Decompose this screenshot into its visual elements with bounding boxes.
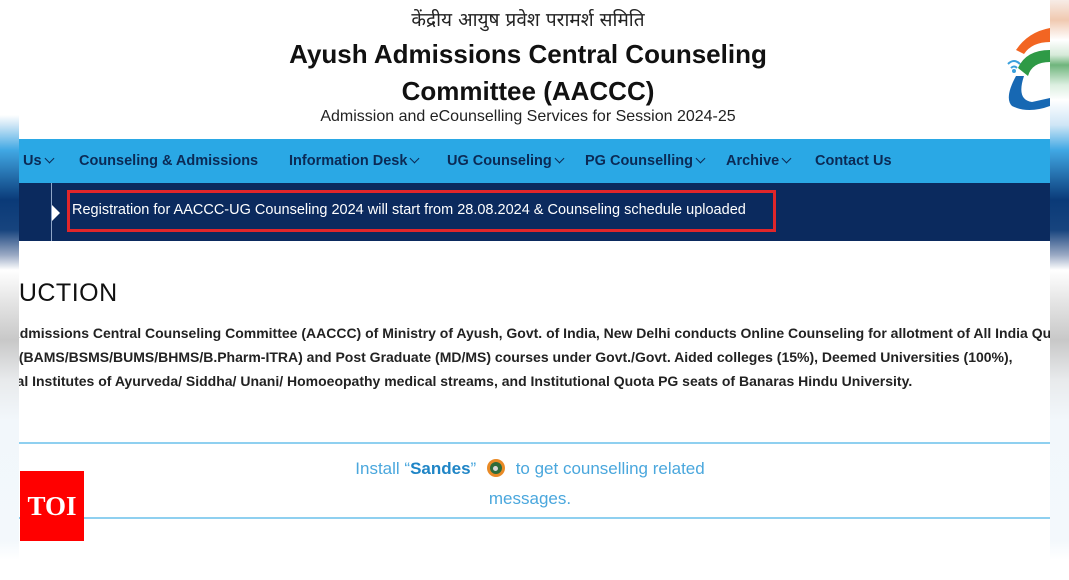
nav-item-label: Information Desk xyxy=(289,153,408,169)
toi-watermark-logo: TOI xyxy=(20,471,84,541)
nav-item-pg-counselling[interactable]: PG Counselling xyxy=(585,139,706,183)
intro-line-text: UG (BAMS/BSMS/BUMS/BHMS/B.Pharm-ITRA) an… xyxy=(19,349,1013,365)
nav-item-information-desk[interactable]: Information Desk xyxy=(289,139,420,183)
chevron-down-icon xyxy=(44,153,54,164)
divider-bottom xyxy=(19,517,1050,519)
nav-item-label: Counseling & Admissions xyxy=(79,153,259,169)
site-title-line2: Committee (AACCC) xyxy=(401,76,655,106)
sandes-line2: messages. xyxy=(488,489,572,508)
nav-item-label: UG Counseling xyxy=(447,153,552,169)
intro-paragraph-line: Ayush Admissions Central Counseling Comm… xyxy=(19,325,1050,341)
site-title: Ayush Admissions Central Counseling Comm… xyxy=(0,36,1056,110)
site-header: केंद्रीय आयुष प्रवेश परामर्श समिति Ayush… xyxy=(0,0,1069,138)
ticker-announcement-link[interactable]: Registration for AACCC-UG Counseling 202… xyxy=(72,202,746,218)
nav-item-ug-counseling[interactable]: UG Counseling xyxy=(447,139,565,183)
site-title-line1: Ayush Admissions Central Counseling xyxy=(289,39,767,69)
nav-item-label: PG Counselling xyxy=(585,153,693,169)
hindi-title: केंद्रीय आयुष प्रवेश परामर्श समिति xyxy=(411,9,645,31)
sandes-notice: Install “Sandes” to get counselling rela… xyxy=(300,454,760,514)
news-ticker: Registration for AACCC-UG Counseling 202… xyxy=(19,183,1050,241)
nav-item-contact-us[interactable]: Contact Us xyxy=(815,139,892,183)
sandes-line1: Install “Sandes” to get counselling rela… xyxy=(300,454,760,484)
sandes-prefix: Install “ xyxy=(355,459,411,478)
sandes-app-icon[interactable] xyxy=(486,459,505,477)
background-blur-right xyxy=(1050,0,1069,580)
intro-paragraph-line: National Institutes of Ayurveda/ Siddha/… xyxy=(19,373,1050,389)
chevron-down-icon xyxy=(781,153,792,164)
sandes-quote: ” xyxy=(470,459,477,478)
site-subtitle: Admission and eCounselling Services for … xyxy=(320,108,736,125)
chevron-down-icon xyxy=(554,153,565,164)
nav-item-about-us[interactable]: Us xyxy=(23,139,54,183)
india-gov-logo-icon[interactable] xyxy=(1002,20,1050,115)
nav-item-label: Archive xyxy=(726,153,780,169)
section-heading-text: INTRODUCTION xyxy=(19,279,118,307)
play-arrow-icon xyxy=(52,205,60,221)
sandes-rest: to get counselling related xyxy=(515,459,705,478)
nav-item-label: Us xyxy=(23,153,42,169)
nav-item-counseling-admissions[interactable]: Counseling & Admissions xyxy=(79,139,258,183)
intro-line-text: National Institutes of Ayurveda/ Siddha/… xyxy=(19,373,913,389)
chevron-down-icon xyxy=(695,153,706,164)
sandes-app-link[interactable]: Sandes xyxy=(410,459,470,478)
nav-item-label: Contact Us xyxy=(815,153,892,169)
divider-top xyxy=(19,442,1050,444)
background-blur-left xyxy=(0,0,19,580)
intro-paragraph-line: UG (BAMS/BSMS/BUMS/BHMS/B.Pharm-ITRA) an… xyxy=(19,349,1050,365)
intro-line-text: Ayush Admissions Central Counseling Comm… xyxy=(19,325,1050,341)
main-nav: Us Counseling & Admissions Information D… xyxy=(19,139,1050,183)
nav-item-archive[interactable]: Archive xyxy=(726,139,792,183)
section-heading: INTRODUCTION xyxy=(19,279,139,308)
chevron-down-icon xyxy=(409,153,420,164)
